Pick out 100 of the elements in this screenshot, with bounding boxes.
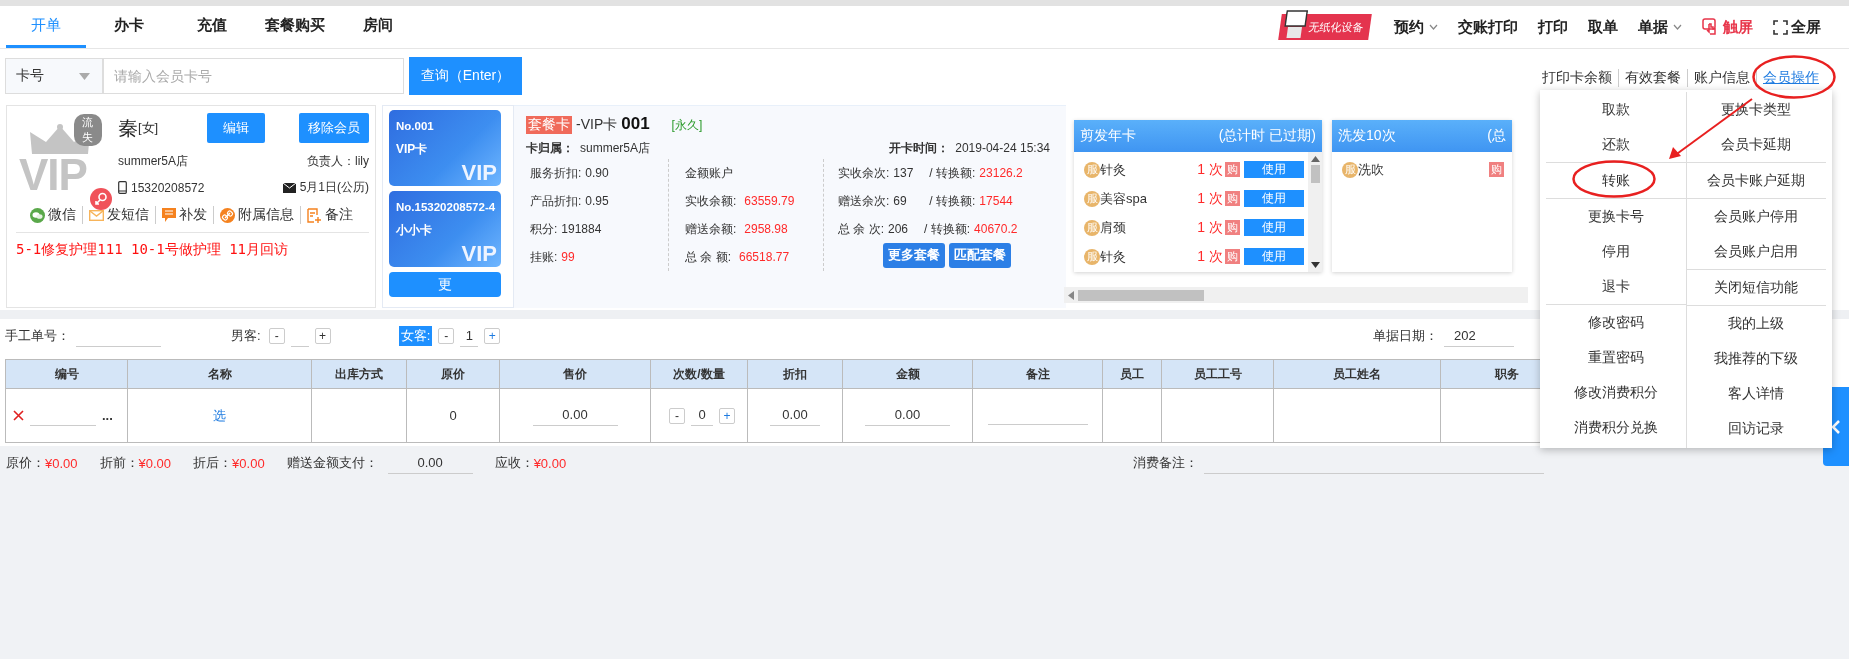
- toolbar-button[interactable]: 交账打印: [1458, 17, 1518, 37]
- menu-item[interactable]: 我的上级: [1728, 313, 1785, 334]
- field-value: 63559.79: [744, 194, 795, 208]
- total-label: 折前：: [99, 454, 139, 472]
- service-badge: 服: [1084, 248, 1100, 265]
- nav-tab[interactable]: 房间: [338, 6, 418, 48]
- menu-item[interactable]: 我推荐的下级: [1714, 348, 1799, 369]
- column-header: 次数/数量: [650, 359, 748, 389]
- total-value: ¥0.00: [45, 455, 78, 471]
- open-time: 2019-04-24 15:34: [955, 141, 1050, 155]
- column-header: 员工工号: [1161, 359, 1274, 389]
- delete-icon[interactable]: [13, 410, 24, 421]
- scroll-thumb[interactable]: [1310, 165, 1320, 183]
- scroll-left-arrow-icon[interactable]: [1068, 290, 1074, 300]
- nav-tab[interactable]: 充值: [172, 6, 252, 48]
- vertical-scrollbar[interactable]: [1308, 152, 1322, 272]
- nav-tab[interactable]: 套餐购买: [255, 6, 335, 48]
- total-label: 赠送金额支付：: [286, 454, 378, 472]
- scroll-up-arrow-icon[interactable]: [1310, 156, 1320, 162]
- member-link[interactable]: 账户信息: [1687, 69, 1756, 87]
- member-action-button[interactable]: 微信: [24, 206, 82, 224]
- menu-item[interactable]: 会员卡账户延期: [1707, 170, 1806, 191]
- decrement-button[interactable]: -: [268, 328, 285, 344]
- fullscreen-button[interactable]: 全屏: [1773, 17, 1821, 37]
- menu-item[interactable]: 重置密码: [1587, 347, 1644, 368]
- menu-item[interactable]: 会员账户停用: [1714, 206, 1799, 227]
- column-header: 原价: [406, 359, 500, 389]
- member-action-button[interactable]: 备注: [300, 206, 359, 224]
- decrement-button[interactable]: -: [669, 407, 685, 424]
- card-number-input[interactable]: 请输入会员卡号: [103, 58, 404, 94]
- search-type-select[interactable]: 卡号: [5, 58, 103, 94]
- menu-item[interactable]: 停用: [1601, 241, 1630, 262]
- decrement-button[interactable]: -: [438, 328, 455, 344]
- menu-item[interactable]: 会员卡延期: [1721, 134, 1792, 155]
- member-action-button[interactable]: 附属信息: [213, 206, 300, 224]
- field-value: 69: [893, 194, 908, 208]
- member-card-tile[interactable]: No.15320208572-4 小小卡 VIP: [389, 191, 501, 267]
- field-value: 0.95: [585, 194, 609, 208]
- quantity-field[interactable]: 0: [691, 405, 713, 426]
- field-label: 消费备注：: [1133, 454, 1198, 472]
- menu-item[interactable]: 消费积分兑换: [1573, 417, 1658, 438]
- package-status: (总: [1487, 127, 1506, 145]
- member-link[interactable]: 打印卡余额: [1536, 69, 1618, 87]
- menu-item[interactable]: 退卡: [1601, 276, 1630, 297]
- dropdown-menu-button[interactable]: 预约: [1394, 17, 1438, 37]
- menu-item[interactable]: 取款: [1601, 99, 1630, 120]
- field-label: 总 余 次:: [838, 220, 884, 238]
- field-label: 开卡时间：: [889, 141, 950, 155]
- menu-item[interactable]: 转账: [1601, 170, 1630, 191]
- menu-item[interactable]: 客人详情: [1728, 383, 1785, 404]
- field-label: 赠送余额:: [685, 220, 737, 238]
- dropdown-menu-button[interactable]: 单据: [1638, 17, 1682, 37]
- service-name: 针灸: [1100, 160, 1126, 179]
- card-type-tag: 套餐卡: [526, 116, 572, 134]
- guest-label: 女客:: [398, 326, 433, 346]
- menu-item[interactable]: 修改消费积分: [1573, 382, 1658, 403]
- member-store: summer5A店: [118, 153, 188, 170]
- menu-item[interactable]: 修改密码: [1587, 312, 1644, 333]
- toolbar-button[interactable]: 打印: [1538, 17, 1568, 37]
- field-label: 卡归属：: [526, 141, 574, 155]
- column-header: 折扣: [747, 359, 843, 389]
- member-action-button[interactable]: 发短信: [82, 206, 155, 224]
- scroll-thumb[interactable]: [1078, 289, 1204, 301]
- member-link[interactable]: 有效套餐: [1618, 69, 1687, 87]
- select-item-link[interactable]: 选: [213, 406, 226, 425]
- menu-item[interactable]: 更换卡号: [1587, 206, 1644, 227]
- package-button[interactable]: 匹配套餐: [949, 243, 1011, 268]
- menu-item[interactable]: 关闭短信功能: [1714, 277, 1799, 298]
- nav-tab[interactable]: 办卡: [89, 6, 169, 48]
- total-value: ¥0.00: [138, 455, 172, 471]
- field-label: 实收余额:: [685, 192, 737, 210]
- menu-item[interactable]: 回访记录: [1728, 418, 1785, 439]
- increment-button[interactable]: +: [484, 328, 501, 344]
- increment-button[interactable]: +: [314, 328, 331, 344]
- field-label: 挂账:: [530, 248, 558, 266]
- scroll-down-arrow-icon[interactable]: [1310, 262, 1320, 268]
- touch-screen-button[interactable]: 触屏: [1702, 17, 1753, 37]
- gift-payment-field[interactable]: 0.00: [387, 452, 473, 474]
- status-badge: 流失: [74, 114, 102, 146]
- more-button[interactable]: ...: [102, 408, 113, 423]
- field-value: 0.90: [585, 166, 609, 180]
- menu-item[interactable]: 还款: [1601, 134, 1630, 155]
- member-card-tile[interactable]: No.001 VIP卡 VIP: [389, 110, 501, 186]
- package-button[interactable]: 更多套餐: [883, 243, 945, 268]
- note-plus-icon: [307, 207, 322, 223]
- discount-field[interactable]: 0.00: [770, 405, 820, 426]
- field-label: 金额账户: [685, 164, 733, 182]
- member-action-button[interactable]: 补发: [155, 206, 213, 224]
- field-value: 40670.2: [974, 222, 1018, 236]
- menu-item[interactable]: 会员账户启用: [1714, 241, 1799, 262]
- envelope-icon: [89, 209, 104, 221]
- horizontal-scrollbar[interactable]: [1064, 287, 1528, 303]
- package-title: 剪发年卡: [1080, 127, 1136, 145]
- toolbar-button[interactable]: 取单: [1588, 17, 1618, 37]
- column-header: 员工姓名: [1273, 359, 1441, 389]
- phone-icon: [118, 181, 127, 194]
- field-label: 手工单号：: [5, 327, 70, 345]
- date-field[interactable]: 202: [1444, 325, 1514, 347]
- guest-count-field[interactable]: 1: [460, 325, 479, 347]
- increment-button[interactable]: +: [719, 407, 735, 424]
